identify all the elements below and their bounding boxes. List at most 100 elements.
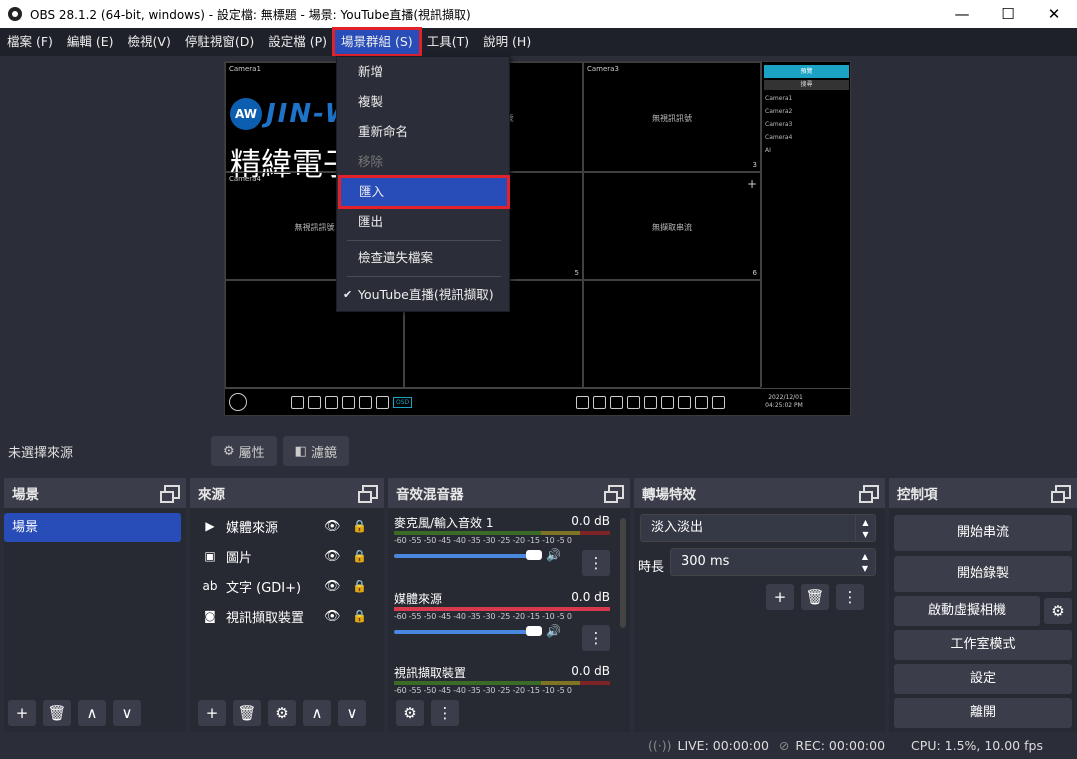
undock-icon[interactable] (604, 485, 624, 503)
menu-help[interactable]: 說明 (H) (476, 29, 538, 55)
exit-button[interactable]: 離開 (894, 698, 1072, 728)
eye-icon[interactable]: 👁 (324, 579, 341, 594)
menu-edit[interactable]: 編輯 (E) (60, 29, 121, 55)
duration-spinbox[interactable]: 300 ms ▲ ▼ (670, 548, 876, 576)
dock-title: 控制項 (897, 487, 938, 503)
close-button[interactable]: ✕ (1031, 0, 1077, 28)
transition-menu-icon[interactable]: ⋮ (836, 584, 864, 610)
lock-icon[interactable]: 🔒 (352, 579, 367, 593)
camera-label: Camera1 (229, 65, 261, 73)
duration-label: 時長 (638, 560, 665, 575)
dock-title: 音效混音器 (396, 487, 464, 503)
add-icon[interactable]: + (198, 700, 226, 726)
gear-icon[interactable]: ⚙ (268, 700, 296, 726)
start-recording-button[interactable]: 開始錄製 (894, 556, 1072, 592)
ptz-icon (593, 395, 607, 409)
meter-scale: -60 -55 -50 -45 -40 -35 -30 -25 -20 -15 … (394, 686, 572, 695)
eye-icon[interactable]: 👁 (324, 549, 341, 564)
dock-header: 來源 (190, 478, 384, 508)
dock-title: 場景 (12, 487, 39, 503)
move-down-icon[interactable]: ∨ (113, 700, 141, 726)
volume-slider[interactable]: 🔊 (394, 548, 610, 562)
side-item: Camera1 (765, 95, 793, 102)
minimize-button[interactable]: — (939, 0, 985, 28)
channel-db: 0.0 dB (571, 590, 610, 604)
mixer-options-button[interactable]: ⋮ (582, 550, 610, 576)
lock-icon[interactable]: 🔒 (352, 519, 367, 533)
start-streaming-button[interactable]: 開始串流 (894, 515, 1072, 551)
virtual-camera-button[interactable]: 啟動虛擬相機 (894, 596, 1040, 626)
menu-item-collection[interactable]: ✔ YouTube直播(視訊擷取) (337, 281, 509, 309)
menu-tools[interactable]: 工具(T) (420, 29, 476, 55)
volume-meter (394, 531, 610, 535)
gear-icon: ⚙ (223, 443, 235, 459)
menu-file[interactable]: 檔案 (F) (0, 29, 60, 55)
gear-icon[interactable]: ⚙ (1044, 598, 1072, 624)
nvr-side-panel: 預覽 搜尋 Camera1 Camera2 Camera3 Camera4 AI (761, 62, 851, 387)
menu-item-export[interactable]: 匯出 (337, 208, 509, 236)
trash-icon[interactable]: 🗑 (233, 700, 261, 726)
menu-scene-collection[interactable]: 場景群組 (S) (332, 27, 422, 57)
properties-button[interactable]: ⚙ 屬性 (211, 436, 277, 466)
eye-icon (376, 395, 389, 409)
add-icon[interactable]: + (8, 700, 36, 726)
source-item[interactable]: ▶ 媒體來源 👁 🔒 (202, 513, 367, 539)
eye-icon[interactable]: 👁 (324, 519, 341, 534)
mixer-options-button[interactable]: ⋮ (582, 625, 610, 651)
menu-item-new[interactable]: 新增 (337, 58, 509, 86)
menu-view[interactable]: 檢視(V) (121, 29, 178, 55)
speaker-icon[interactable]: 🔊 (546, 548, 561, 562)
layout2-icon (325, 395, 338, 409)
source-label: 媒體來源 (226, 520, 279, 536)
advanced-audio-icon[interactable]: ⚙ (396, 700, 424, 726)
move-up-icon[interactable]: ∧ (78, 700, 106, 726)
rec-time: REC: 00:00:00 (795, 738, 886, 753)
add-icon[interactable]: + (766, 584, 794, 610)
menu-item-rename[interactable]: 重新命名 (337, 118, 509, 146)
menu-item-check-missing[interactable]: 檢查遺失檔案 (337, 244, 509, 272)
meter-scale: -60 -55 -50 -45 -40 -35 -30 -25 -20 -15 … (394, 536, 572, 545)
menu-profile[interactable]: 設定檔 (P) (261, 29, 334, 55)
volume-meter (394, 607, 610, 611)
volume-slider[interactable]: 🔊 (394, 624, 610, 638)
source-item[interactable]: ▣ 圖片 👁 🔒 (202, 543, 367, 569)
lock-icon[interactable]: 🔒 (352, 549, 367, 563)
speaker-icon[interactable]: 🔊 (546, 624, 561, 638)
menu-item-duplicate[interactable]: 複製 (337, 88, 509, 116)
scene-item[interactable]: 場景 (4, 513, 181, 542)
channel-name: 麥克風/輸入音效 1 (394, 516, 494, 530)
undock-icon[interactable] (859, 485, 879, 503)
menu-item-import[interactable]: 匯入 (338, 175, 510, 209)
move-up-icon[interactable]: ∧ (303, 700, 331, 726)
undock-icon[interactable] (1051, 485, 1071, 503)
mixer-menu-icon[interactable]: ⋮ (431, 700, 459, 726)
dock-title: 來源 (198, 487, 225, 503)
aw-logo-icon: AW (230, 97, 262, 130)
trash-icon[interactable]: 🗑 (801, 584, 829, 610)
preview-canvas[interactable]: Camera1 AWJIN-W 精緯電子 無視訊訊號 Camera3 無視訊訊號… (224, 61, 851, 416)
trash-icon[interactable]: 🗑 (43, 700, 71, 726)
mixer-buttons: ⚙ ⋮ (396, 700, 466, 726)
dock-title: 轉場特效 (642, 487, 696, 503)
filters-button[interactable]: ◧ 濾鏡 (282, 436, 349, 466)
cell-number: 5 (574, 269, 579, 277)
cpu-stats: CPU: 1.5%, 10.00 fps (911, 738, 1043, 753)
move-down-icon[interactable]: ∨ (338, 700, 366, 726)
settings-button[interactable]: 設定 (894, 664, 1072, 694)
studio-mode-button[interactable]: 工作室模式 (894, 630, 1072, 660)
undock-icon[interactable] (358, 485, 378, 503)
eye-icon[interactable]: 👁 (324, 609, 341, 624)
undock-icon[interactable] (160, 485, 180, 503)
source-item[interactable]: ◙ 視訊擷取裝置 👁 🔒 (202, 603, 367, 629)
layout3-icon (342, 395, 355, 409)
dock-header: 控制項 (889, 478, 1077, 508)
maximize-button[interactable]: ☐ (985, 0, 1031, 28)
source-item[interactable]: ab 文字 (GDI+) 👁 🔒 (202, 573, 367, 599)
menu-docks[interactable]: 停駐視窗(D) (178, 29, 261, 55)
camera-label: Camera3 (587, 65, 619, 73)
scrollbar[interactable] (620, 518, 626, 628)
lock-icon[interactable]: 🔒 (352, 609, 367, 623)
filter-icon: ◧ (294, 443, 307, 459)
source-label: 圖片 (226, 550, 253, 566)
transition-select[interactable]: 淡入淡出 ▲ ▼ (640, 514, 876, 542)
